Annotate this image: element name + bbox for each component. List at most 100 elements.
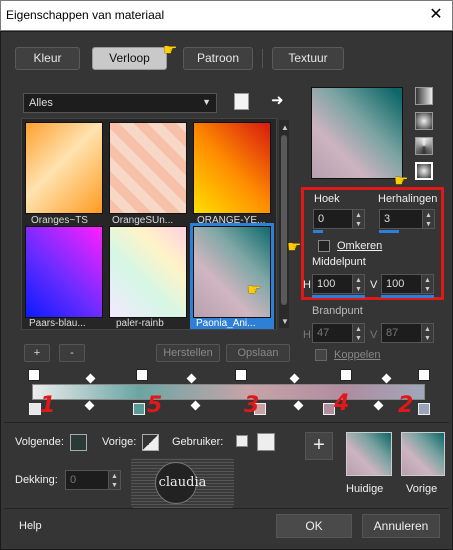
- preset-thumb-oranges[interactable]: [25, 122, 103, 214]
- stop-number: 5: [147, 393, 163, 418]
- angle-input[interactable]: 0 ▲ ▼: [313, 209, 365, 229]
- pointing-hand-icon: ☛: [163, 42, 178, 59]
- watermark-logo: claudia: [131, 458, 234, 508]
- user-label: Gebruiker:: [172, 436, 224, 448]
- tab-patroon[interactable]: Patroon: [183, 47, 253, 70]
- ok-button[interactable]: OK: [276, 514, 352, 538]
- stop-number: 2: [398, 393, 414, 418]
- repeats-value: 3: [384, 213, 391, 225]
- opacity-value: 0: [70, 474, 77, 486]
- preset-label: paler-rainb: [116, 318, 164, 329]
- midpoint-h-label: H: [303, 279, 311, 291]
- midpoint-v-input[interactable]: 100 ▲ ▼: [381, 274, 434, 294]
- color-stop[interactable]: [133, 403, 145, 415]
- close-icon[interactable]: ✕: [425, 4, 447, 26]
- focal-label: Brandpunt: [312, 305, 363, 317]
- preset-label: OrangeSUn...: [112, 215, 174, 226]
- help-button[interactable]: Help: [19, 520, 42, 532]
- angle-slider[interactable]: [313, 230, 323, 233]
- midpoint-v-slider[interactable]: [381, 295, 434, 298]
- focal-v-stepper[interactable]: ▲ ▼: [421, 324, 433, 342]
- link-checkbox[interactable]: [315, 349, 327, 361]
- sunburst-style-icon[interactable]: [415, 137, 433, 155]
- tab-textuur[interactable]: Textuur: [272, 47, 344, 70]
- opacity-label: Dekking:: [15, 474, 58, 486]
- preset-label: Oranges~TS: [31, 215, 88, 226]
- gradient-bar[interactable]: [32, 384, 425, 400]
- focal-h-label: H: [303, 329, 311, 341]
- midpoint-h-value: 100: [317, 278, 336, 290]
- next-label: Volgende:: [15, 436, 64, 448]
- add-preset-button[interactable]: +: [24, 344, 50, 362]
- tab-kleur[interactable]: Kleur: [15, 47, 80, 70]
- midpoint-v-stepper[interactable]: ▲ ▼: [421, 275, 433, 293]
- color-stop[interactable]: [418, 403, 430, 415]
- midpoint-v-label: V: [370, 279, 378, 291]
- preset-thumb-paler-rainbow[interactable]: [109, 226, 187, 318]
- transparency-stop[interactable]: [340, 369, 352, 381]
- remove-preset-button[interactable]: -: [59, 344, 85, 362]
- angle-label: Hoek: [314, 193, 340, 205]
- focal-h-input[interactable]: 47 ▲ ▼: [312, 323, 365, 343]
- linear-style-icon[interactable]: [415, 87, 433, 105]
- preset-thumb-paars-blauw[interactable]: [25, 226, 103, 318]
- chevron-down-icon: ▼: [202, 97, 211, 107]
- radial-style-icon[interactable]: [415, 162, 433, 180]
- cancel-button[interactable]: Annuleren: [362, 514, 440, 538]
- pointing-hand-icon: ☛: [247, 282, 262, 299]
- midpoint-v-value: 100: [386, 278, 405, 290]
- transparency-stop[interactable]: [235, 369, 247, 381]
- opacity-input[interactable]: 0 ▲ ▼: [65, 470, 121, 490]
- preset-label: Paars-blau...: [29, 318, 86, 329]
- current-swatch[interactable]: [346, 432, 392, 476]
- user-color-swatch[interactable]: [236, 435, 248, 447]
- add-swatch-button[interactable]: +: [305, 432, 333, 460]
- repeats-slider[interactable]: [379, 230, 399, 233]
- focal-h-value: 47: [317, 327, 330, 339]
- stop-number: 4: [334, 391, 350, 416]
- opacity-stepper[interactable]: ▲ ▼: [108, 471, 120, 489]
- stop-number: 1: [40, 393, 56, 418]
- preset-label: Paonia_Ani...: [196, 318, 256, 329]
- repeats-stepper[interactable]: ▲ ▼: [422, 210, 434, 228]
- pointing-hand-icon: ☛: [287, 239, 302, 256]
- invert-checkbox[interactable]: [318, 240, 330, 252]
- repeats-label: Herhalingen: [378, 193, 438, 205]
- rectangular-style-icon[interactable]: [415, 112, 433, 130]
- tab-divider: [262, 49, 263, 68]
- tab-verloop[interactable]: Verloop: [92, 47, 167, 70]
- transparency-stop[interactable]: [28, 369, 40, 381]
- focal-h-stepper[interactable]: ▲ ▼: [352, 324, 364, 342]
- transparency-stop[interactable]: [136, 369, 148, 381]
- next-color-swatch[interactable]: [70, 434, 87, 451]
- user-color-swatch[interactable]: [257, 433, 275, 451]
- midpoint-h-slider[interactable]: [312, 295, 365, 298]
- scroll-down-icon[interactable]: ▼: [281, 317, 289, 326]
- invert-label: Omkeren: [337, 240, 383, 252]
- scroll-up-icon[interactable]: ▲: [281, 123, 289, 132]
- repeats-input[interactable]: 3 ▲ ▼: [379, 209, 435, 229]
- save-preset-button[interactable]: Opslaan: [226, 344, 290, 362]
- restore-button[interactable]: Herstellen: [156, 344, 220, 362]
- scrollbar-thumb[interactable]: [281, 135, 287, 305]
- focal-v-input[interactable]: 87 ▲ ▼: [381, 323, 434, 343]
- midpoint-h-stepper[interactable]: ▲ ▼: [352, 275, 364, 293]
- category-select[interactable]: Alles ▼: [23, 93, 217, 113]
- prev-color-swatch[interactable]: [142, 434, 159, 451]
- gradient-preview: [311, 87, 403, 179]
- midpoint-h-input[interactable]: 100 ▲ ▼: [312, 274, 365, 294]
- window-title: Eigenschappen van materiaal: [6, 8, 165, 22]
- focal-v-value: 87: [386, 327, 399, 339]
- previous-swatch[interactable]: [401, 432, 445, 476]
- preset-thumb-orange-yellow[interactable]: [193, 122, 271, 214]
- angle-stepper[interactable]: ▲ ▼: [352, 210, 364, 228]
- arrow-right-icon[interactable]: ➜: [271, 91, 284, 109]
- stop-number: 3: [244, 393, 260, 418]
- preset-thumb-paonia[interactable]: [193, 226, 271, 318]
- preset-thumb-orangesun[interactable]: [109, 122, 187, 214]
- transparency-stop[interactable]: [418, 369, 430, 381]
- divider: [4, 508, 449, 509]
- prev-label: Vorige:: [102, 436, 137, 448]
- focal-v-label: V: [370, 329, 378, 341]
- list-view-icon[interactable]: [234, 93, 249, 110]
